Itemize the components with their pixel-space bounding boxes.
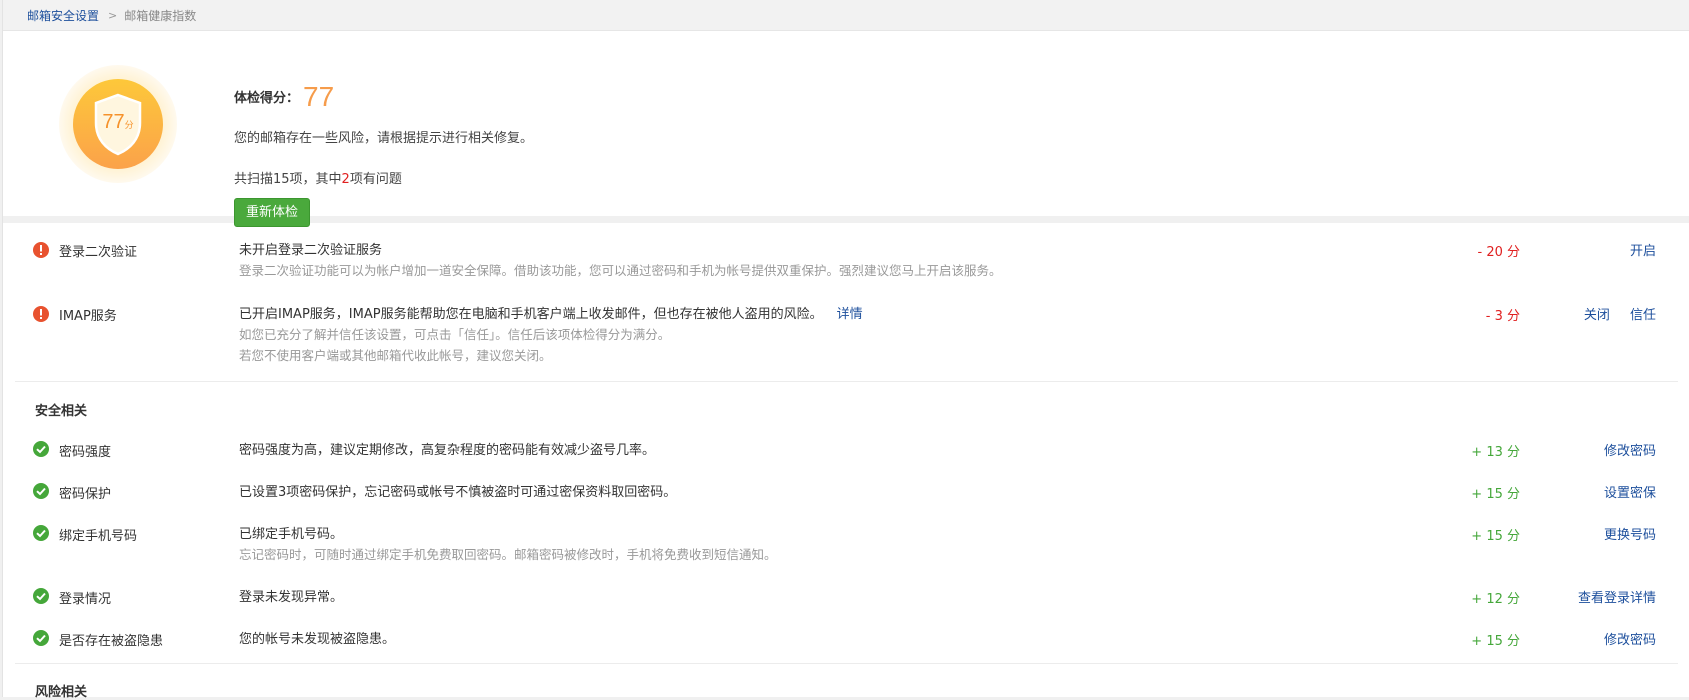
item-points: - 20 分 xyxy=(1477,245,1521,260)
check-icon xyxy=(33,588,49,604)
score-title: 体检得分： xyxy=(234,91,300,106)
enable-button[interactable]: 开启 xyxy=(1630,244,1656,259)
item-name: 绑定手机号码 xyxy=(59,529,138,544)
divider xyxy=(15,663,1678,664)
item-desc: 登录未发现异常。 xyxy=(239,590,344,605)
item-desc: 您的帐号未发现被盗隐患。 xyxy=(239,632,396,647)
recheck-button[interactable]: 重新体检 xyxy=(234,198,310,227)
item-desc: 密码强度为高，建议定期修改，高复杂程度的密码能有效减少盗号几率。 xyxy=(239,443,656,458)
breadcrumb: 邮箱安全设置 > 邮箱健康指数 xyxy=(3,0,1689,31)
item-points: + 15 分 xyxy=(1471,487,1520,502)
item-name: IMAP服务 xyxy=(59,309,117,324)
scan-summary: 共扫描15项，其中2项有问题 xyxy=(234,172,402,187)
item-sub: 如您已充分了解并信任该设置，可点击「信任」。信任后该项体检得分为满分。 xyxy=(239,327,671,342)
view-login-details-button[interactable]: 查看登录详情 xyxy=(1578,591,1656,606)
check-icon xyxy=(33,441,49,457)
item-sub: 登录二次验证功能可以为帐户增加一道安全保障。借助该功能，您可以通过密码和手机为帐… xyxy=(239,263,1002,278)
item-sub: 忘记密码时，可随时通过绑定手机免费取回密码。邮箱密码被修改时，手机将免费收到短信… xyxy=(239,547,777,562)
breadcrumb-link-security-settings[interactable]: 邮箱安全设置 xyxy=(27,7,99,24)
section-title-security: 安全相关 xyxy=(35,404,88,419)
score-badge: 77分 xyxy=(59,65,177,183)
item-actions: 查看登录详情 xyxy=(1562,587,1656,606)
item-desc: 未开启登录二次验证服务 xyxy=(239,243,383,258)
warning-icon xyxy=(33,306,49,322)
item-name: 密码强度 xyxy=(59,445,112,460)
item-actions: 设置密保 xyxy=(1588,482,1656,501)
detail-link[interactable]: 详情 xyxy=(837,307,863,322)
check-icon xyxy=(33,630,49,646)
item-actions: 修改密码 xyxy=(1588,629,1656,648)
badge-score: 77分 xyxy=(102,111,134,133)
item-name: 是否存在被盗隐患 xyxy=(59,634,164,649)
item-actions: 关闭 信任 xyxy=(1568,304,1656,323)
change-password-button[interactable]: 修改密码 xyxy=(1604,444,1656,459)
problem-count: 2 xyxy=(341,172,350,187)
close-imap-button[interactable]: 关闭 xyxy=(1584,308,1610,323)
breadcrumb-separator: > xyxy=(108,8,118,22)
check-icon xyxy=(33,525,49,541)
change-phone-button[interactable]: 更换号码 xyxy=(1604,528,1656,543)
breadcrumb-current: 邮箱健康指数 xyxy=(124,8,197,23)
item-points: + 15 分 xyxy=(1471,634,1520,649)
item-points: + 13 分 xyxy=(1471,445,1520,460)
item-actions: 修改密码 xyxy=(1588,440,1656,459)
set-security-question-button[interactable]: 设置密保 xyxy=(1604,486,1656,501)
divider xyxy=(15,381,1678,382)
check-icon xyxy=(33,483,49,499)
item-name: 密码保护 xyxy=(59,487,112,502)
item-points: + 12 分 xyxy=(1471,592,1520,607)
item-desc: 已绑定手机号码。 xyxy=(239,527,344,542)
item-points: + 15 分 xyxy=(1471,529,1520,544)
section-title-risk: 风险相关 xyxy=(35,685,88,700)
item-actions: 开启 xyxy=(1614,240,1656,259)
trust-button[interactable]: 信任 xyxy=(1630,308,1656,323)
warning-icon xyxy=(33,242,49,258)
health-index-page: 邮箱安全设置 > 邮箱健康指数 77分 体检得分： 77 您的邮箱存在一些风险，… xyxy=(2,0,1689,700)
item-name: 登录情况 xyxy=(59,592,112,607)
score-value: 77 xyxy=(303,81,335,112)
health-summary: 77分 体检得分： 77 您的邮箱存在一些风险，请根据提示进行相关修复。 共扫描… xyxy=(3,31,1689,227)
item-points: - 3 分 xyxy=(1485,309,1520,324)
score-tip: 您的邮箱存在一些风险，请根据提示进行相关修复。 xyxy=(234,131,534,146)
item-sub: 若您不使用客户端或其他邮箱代收此帐号，建议您关闭。 xyxy=(239,348,552,363)
item-desc: 已开启IMAP服务，IMAP服务能帮助您在电脑和手机客户端上收发邮件，但也存在被… xyxy=(239,307,863,322)
item-desc: 已设置3项密码保护，忘记密码或帐号不慎被盗时可通过密保资料取回密码。 xyxy=(239,485,677,500)
item-name: 登录二次验证 xyxy=(59,245,138,260)
change-password-button[interactable]: 修改密码 xyxy=(1604,633,1656,648)
item-actions: 更换号码 xyxy=(1588,524,1656,543)
